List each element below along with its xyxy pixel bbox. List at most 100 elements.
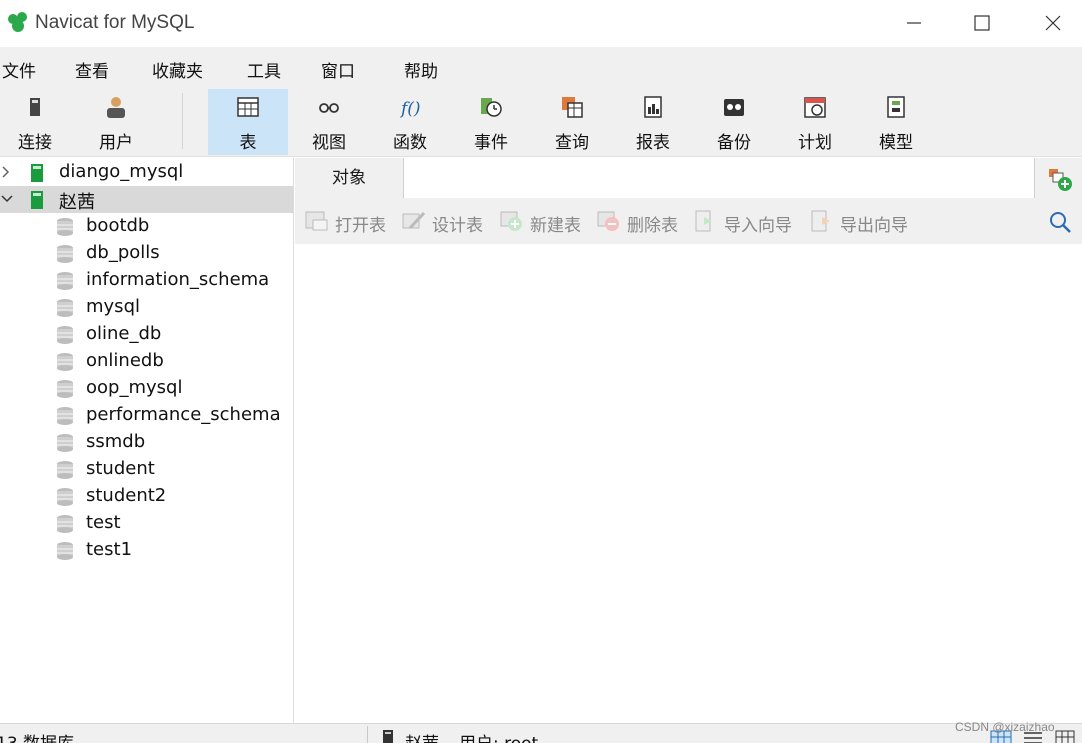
tree-database-row[interactable]: db_polls: [0, 240, 293, 267]
tree-database-row[interactable]: student2: [0, 483, 293, 510]
database-icon: [57, 434, 73, 452]
connect-button[interactable]: 连接: [0, 89, 75, 155]
function-button[interactable]: f() 函数: [370, 89, 450, 155]
user-icon: [107, 97, 125, 118]
tree-database-row[interactable]: mysql: [0, 294, 293, 321]
report-icon: [644, 96, 662, 118]
backup-icon: [724, 99, 744, 116]
tree-connection-zhaoqian[interactable]: 赵茜: [0, 186, 293, 213]
svg-text:f(): f(): [399, 99, 421, 119]
database-label: mysql: [86, 296, 140, 317]
backup-button[interactable]: 备份: [694, 89, 774, 155]
connection-icon: [31, 191, 43, 209]
status-connection: 赵茜: [405, 729, 439, 743]
database-label: onlinedb: [86, 350, 164, 371]
menu-view[interactable]: 查看: [75, 57, 109, 82]
view-button[interactable]: 视图: [289, 89, 369, 155]
schedule-label: 计划: [798, 133, 832, 153]
minimize-button[interactable]: [894, 8, 934, 38]
event-button[interactable]: 事件: [451, 89, 531, 155]
database-label: bootdb: [86, 215, 150, 236]
menu-file[interactable]: 文件: [2, 57, 36, 82]
tree-database-row[interactable]: test: [0, 510, 293, 537]
tree-database-row[interactable]: oline_db: [0, 321, 293, 348]
database-icon: [57, 461, 73, 479]
report-label: 报表: [636, 133, 670, 153]
new-table-label: 新建表: [530, 216, 581, 236]
tree-database-row[interactable]: test1: [0, 537, 293, 564]
database-icon: [57, 326, 73, 344]
status-db-count: 13 数据库: [0, 729, 74, 743]
chevron-down-icon[interactable]: [0, 189, 14, 209]
connection-icon: [31, 164, 43, 182]
new-tab-icon[interactable]: [1047, 166, 1073, 192]
maximize-button[interactable]: [962, 8, 1002, 38]
tab-objects[interactable]: 对象: [295, 158, 403, 198]
report-button[interactable]: 报表: [613, 89, 693, 155]
database-icon: [57, 407, 73, 425]
tree-database-row[interactable]: student: [0, 456, 293, 483]
tree-database-row[interactable]: onlinedb: [0, 348, 293, 375]
status-user: 用户: root: [459, 729, 538, 743]
open-table-icon: [305, 211, 328, 231]
database-label: student: [86, 458, 155, 479]
minimize-icon: [907, 22, 921, 24]
query-label: 查询: [555, 133, 589, 153]
database-icon: [57, 353, 73, 371]
window-title: Navicat for MySQL: [35, 12, 195, 33]
model-label: 模型: [879, 133, 913, 153]
search-icon[interactable]: [1047, 209, 1073, 235]
status-separator: [367, 726, 368, 743]
connection-tree: diango_mysql 赵茜 bootdb db_polls informat…: [0, 158, 294, 723]
tree-database-row[interactable]: ssmdb: [0, 429, 293, 456]
new-table-icon: [500, 211, 522, 231]
backup-label: 备份: [717, 133, 751, 153]
design-table-icon: [402, 211, 426, 230]
table-button[interactable]: 表: [208, 89, 288, 155]
chevron-right-icon[interactable]: [0, 162, 14, 182]
maximize-icon: [974, 15, 990, 31]
detail-view-icon[interactable]: [1054, 730, 1076, 743]
design-table-label: 设计表: [432, 216, 483, 236]
database-label: test1: [86, 539, 133, 560]
navicat-logo-icon: [8, 12, 27, 32]
user-label: 用户: [99, 133, 133, 153]
user-button[interactable]: 用户: [76, 89, 156, 155]
menu-window[interactable]: 窗口: [321, 57, 355, 82]
export-icon: [811, 210, 830, 232]
database-label: oop_mysql: [86, 377, 183, 398]
query-icon: [562, 97, 583, 118]
tab-strip: 对象: [295, 158, 1082, 198]
object-panel: 对象 打开表 设计表 新建表 删除表 导入向导 导出向导: [295, 158, 1082, 723]
table-label: 表: [239, 133, 257, 153]
tree-database-row[interactable]: performance_schema: [0, 402, 293, 429]
tree-database-row[interactable]: oop_mysql: [0, 375, 293, 402]
model-button[interactable]: 模型: [856, 89, 936, 155]
menu-favorites[interactable]: 收藏夹: [152, 57, 203, 82]
tree-database-row[interactable]: information_schema: [0, 267, 293, 294]
model-icon: [887, 96, 905, 118]
glasses-icon: [319, 103, 339, 113]
database-icon: [57, 380, 73, 398]
database-icon: [57, 299, 73, 317]
database-icon: [57, 218, 73, 236]
schedule-button[interactable]: 计划: [775, 89, 855, 155]
tree-database-row[interactable]: bootdb: [0, 213, 293, 240]
watermark: CSDN @xizaizhao: [955, 720, 1055, 734]
main-toolbar: 连接 用户 表 视图 f() 函数 事件 查询 报表 备份 计划 模型: [0, 87, 1082, 157]
database-label: performance_schema: [86, 404, 281, 425]
import-wizard-label: 导入向导: [724, 216, 792, 236]
database-icon: [57, 488, 73, 506]
connection-icon: [30, 98, 40, 116]
tree-connection-diango-mysql[interactable]: diango_mysql: [0, 159, 293, 186]
query-button[interactable]: 查询: [532, 89, 612, 155]
database-icon: [57, 245, 73, 263]
calendar-icon: [804, 97, 826, 118]
close-button[interactable]: [1033, 8, 1073, 38]
menu-tools[interactable]: 工具: [247, 57, 281, 82]
event-clock-icon: [481, 98, 502, 117]
close-icon: [1045, 15, 1061, 31]
import-icon: [695, 210, 712, 232]
menu-help[interactable]: 帮助: [404, 57, 438, 82]
database-icon: [57, 542, 73, 560]
